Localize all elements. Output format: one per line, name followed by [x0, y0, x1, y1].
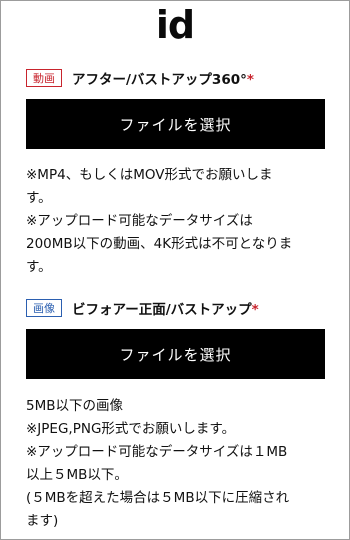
required-mark: * [246, 72, 254, 88]
note-line: 5MB以下の画像 [26, 398, 123, 414]
video-upload-title-text: アフター/バストアップ360° [72, 72, 247, 88]
note-line: す。 [26, 259, 52, 275]
video-tag-badge: 動画 [26, 69, 62, 87]
note-line: ※MP4、もしくはMOV形式でお願いしま [26, 167, 273, 183]
video-upload-notes: ※MP4、もしくはMOV形式でお願いしま す。 ※アップロード可能なデータサイズ… [26, 164, 331, 279]
image-tag-badge: 画像 [26, 299, 62, 317]
note-line: ※アップロード可能なデータサイズは [26, 213, 253, 229]
image-upload-notes: 5MB以下の画像 ※JPEG,PNG形式でお願いします。 ※アップロード可能なデ… [26, 395, 331, 533]
note-line: 以上５MB以下。 [26, 467, 128, 483]
upload-form: id 動画 アフター/バストアップ360°* ファイルを選択 ※MP4、もしくは… [0, 0, 350, 540]
image-file-select-button[interactable]: ファイルを選択 [26, 329, 325, 379]
image-upload-title: ビフォアー正面/バストアップ* [72, 298, 259, 318]
video-file-select-button[interactable]: ファイルを選択 [26, 99, 325, 149]
id-logo: id [155, 3, 195, 47]
video-upload-label-row: 動画 アフター/バストアップ360°* [26, 67, 326, 89]
note-line: ※JPEG,PNG形式でお願いします。 [26, 421, 236, 437]
image-upload-label-row: 画像 ビフォアー正面/バストアップ* [26, 297, 326, 319]
image-upload-title-text: ビフォアー正面/バストアップ [72, 302, 252, 318]
note-line: ます) [26, 513, 59, 529]
video-upload-title: アフター/バストアップ360°* [72, 68, 254, 88]
note-line: 200MB以下の動画、4K形式は不可となりま [26, 236, 293, 252]
note-line: す。 [26, 190, 52, 206]
note-line: (５MBを超えた場合は５MB以下に圧縮され [26, 490, 290, 506]
required-mark: * [251, 302, 259, 318]
note-line: ※アップロード可能なデータサイズは１MB [26, 444, 288, 460]
